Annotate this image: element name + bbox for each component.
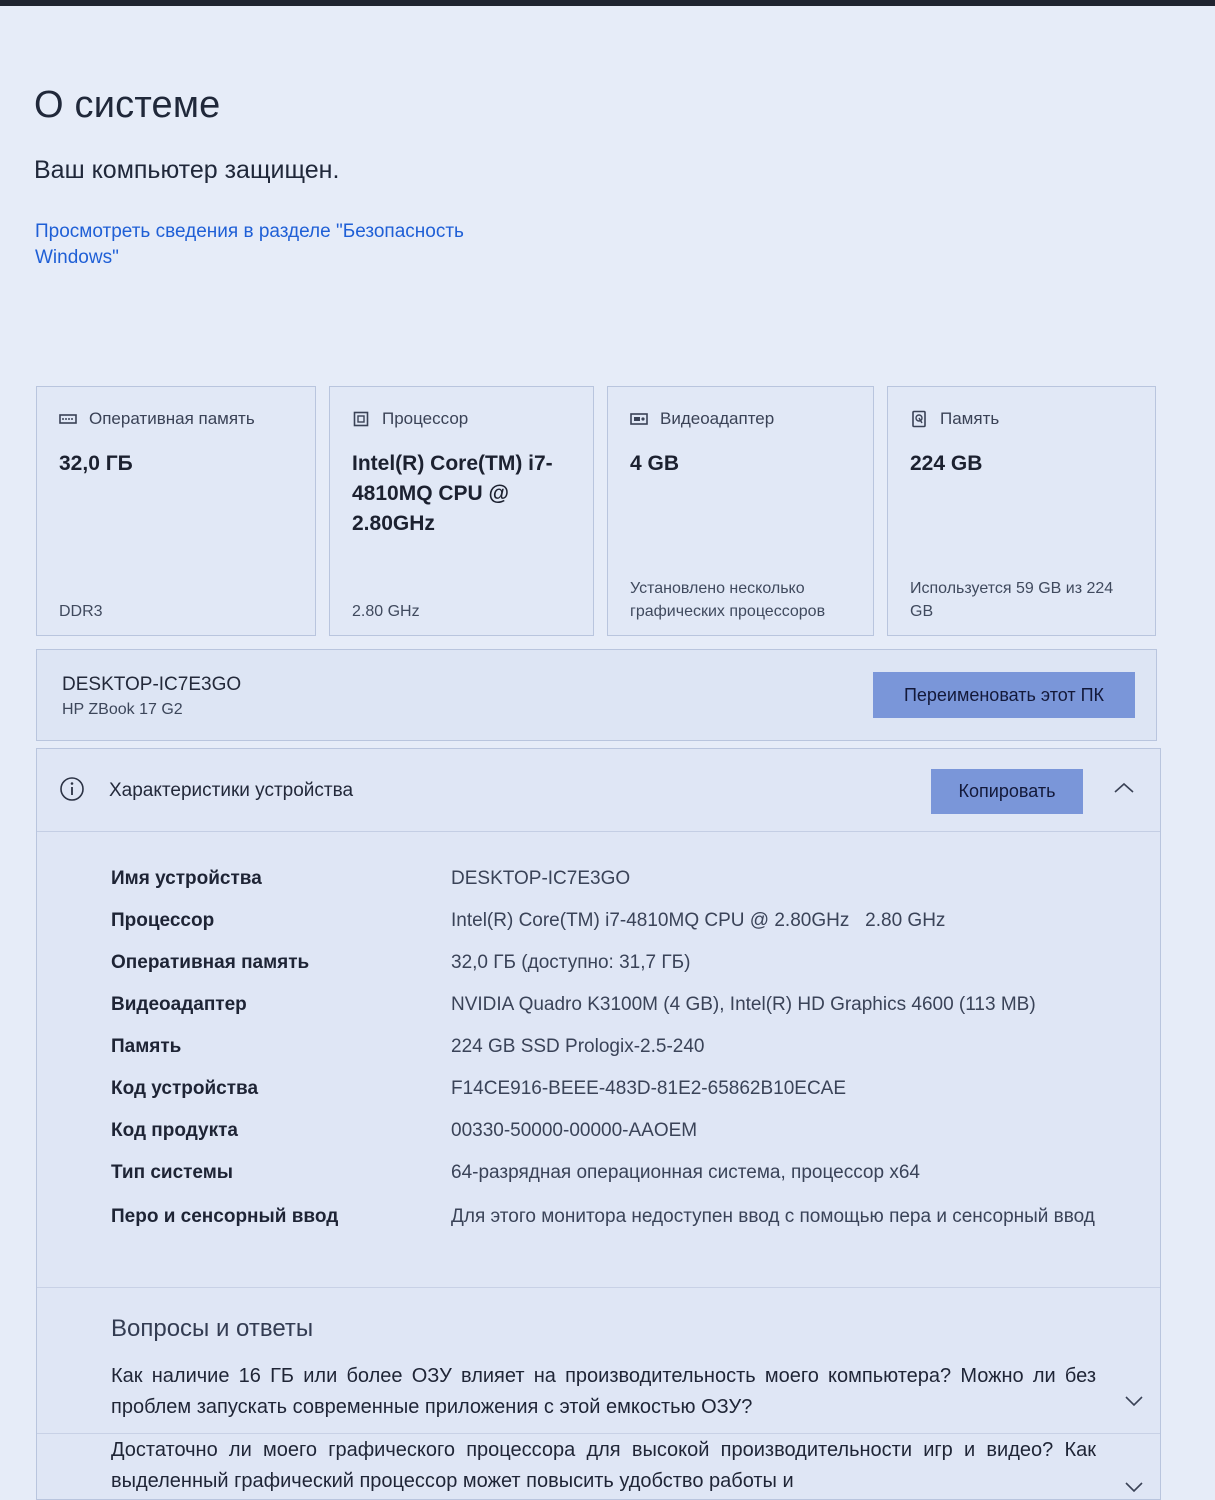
- ram-card: Оперативная память 32,0 ГБ DDR3: [36, 386, 316, 636]
- ram-card-value: 32,0 ГБ: [59, 452, 133, 475]
- cpu-card-footer: 2.80 GHz: [352, 603, 420, 620]
- faq-title: Вопросы и ответы: [111, 1315, 314, 1342]
- ram-icon: [59, 411, 77, 427]
- gpu-card: Видеоадаптер 4 GB Установлено несколько …: [607, 386, 874, 636]
- spec-value: 64-разрядная операционная система, проце…: [451, 1162, 920, 1183]
- spec-value: Для этого монитора недоступен ввод с пом…: [451, 1206, 1095, 1227]
- gpu-card-footer: Установлено несколько графических процес…: [630, 580, 826, 620]
- spec-label: Видеоадаптер: [111, 994, 247, 1015]
- spec-value: 00330-50000-00000-AAOEM: [451, 1120, 698, 1141]
- divider: [37, 1287, 1160, 1288]
- cpu-card: Процессор Intel(R) Core(TM) i7-4810MQ CP…: [329, 386, 594, 636]
- rename-pc-button[interactable]: Переименовать этот ПК: [873, 672, 1135, 718]
- cpu-card-header: Процессор: [382, 409, 469, 428]
- windows-security-link[interactable]: Просмотреть сведения в разделе "Безопасн…: [35, 219, 505, 271]
- protection-status: Ваш компьютер защищен.: [34, 156, 340, 184]
- spec-value: Intel(R) Core(TM) i7-4810MQ CPU @ 2.80GH…: [451, 910, 946, 931]
- gpu-card-header: Видеоадаптер: [660, 409, 775, 428]
- storage-card: Память 224 GB Используется 59 GB из 224 …: [887, 386, 1156, 636]
- pc-name: DESKTOP-IC7E3GO: [62, 674, 242, 695]
- spec-value: DESKTOP-IC7E3GO: [451, 868, 631, 889]
- gpu-icon: [630, 411, 648, 427]
- spec-label: Память: [111, 1036, 182, 1057]
- spec-label: Тип системы: [111, 1162, 234, 1183]
- faq-item-gpu[interactable]: Достаточно ли моего графического процесс…: [111, 1435, 1096, 1497]
- spec-label: Имя устройства: [111, 868, 262, 889]
- ram-card-footer: DDR3: [59, 603, 103, 620]
- spec-value: F14CE916-BEEE-483D-81E2-65862B10ECAE: [451, 1078, 847, 1099]
- spec-label: Код устройства: [111, 1078, 259, 1099]
- storage-icon: [910, 410, 928, 428]
- spec-value: NVIDIA Quadro K3100M (4 GB), Intel(R) HD…: [451, 994, 1036, 1015]
- faq-item-ram[interactable]: Как наличие 16 ГБ или более ОЗУ влияет н…: [111, 1361, 1096, 1423]
- ram-card-header: Оперативная память: [89, 409, 255, 428]
- divider: [37, 1433, 1160, 1434]
- spec-label: Перо и сенсорный ввод: [111, 1206, 339, 1227]
- chevron-up-icon[interactable]: [1112, 779, 1136, 797]
- gpu-card-value: 4 GB: [630, 452, 680, 475]
- pc-model: HP ZBook 17 G2: [62, 701, 183, 718]
- storage-card-value: 224 GB: [910, 452, 983, 475]
- cpu-icon: [352, 411, 370, 427]
- spec-label: Код продукта: [111, 1120, 238, 1141]
- top-edge: [0, 0, 1215, 6]
- spec-label: Оперативная память: [111, 952, 310, 973]
- chevron-down-icon[interactable]: [1123, 1479, 1145, 1495]
- pc-name-bar: DESKTOP-IC7E3GO HP ZBook 17 G2 Переимено…: [36, 649, 1157, 741]
- device-specs-header[interactable]: Характеристики устройства Копировать: [37, 749, 1160, 832]
- copy-button[interactable]: Копировать: [931, 769, 1083, 814]
- spec-value: 224 GB SSD Prologix-2.5-240: [451, 1036, 705, 1057]
- device-specs-section: Характеристики устройства Копировать Имя…: [36, 748, 1161, 1500]
- spec-value: 32,0 ГБ (доступно: 31,7 ГБ): [451, 952, 691, 973]
- info-icon: [59, 776, 85, 802]
- page-title: О системе: [34, 84, 221, 126]
- chevron-down-icon[interactable]: [1123, 1393, 1145, 1409]
- storage-card-header: Память: [940, 409, 1000, 428]
- spec-label: Процессор: [111, 910, 215, 931]
- storage-card-footer: Используется 59 GB из 224 GB: [910, 580, 1114, 620]
- device-specs-title: Характеристики устройства: [109, 780, 354, 801]
- cpu-card-value: Intel(R) Core(TM) i7-4810MQ CPU @ 2.80GH…: [352, 452, 553, 535]
